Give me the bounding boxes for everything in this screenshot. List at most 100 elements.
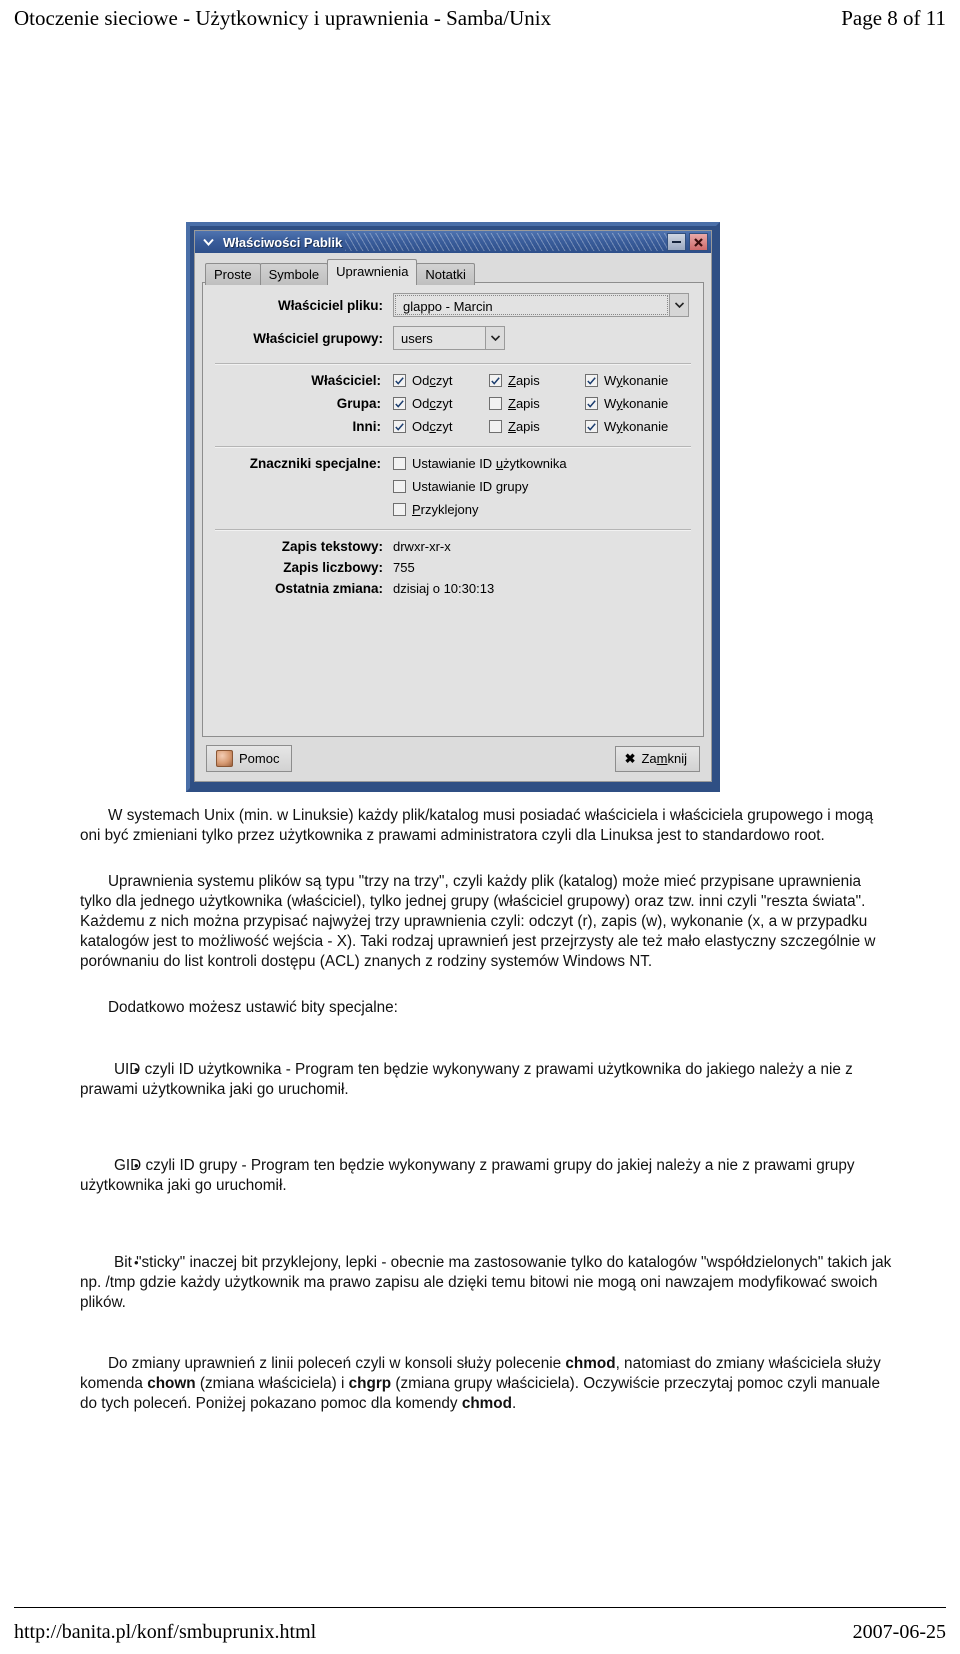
text-notation-value: drwxr-xr-x [393,539,451,554]
window-inner: Właściwości Pablik Proste Symbole Uprawn… [194,230,712,782]
special-flags-label: Znaczniki specjalne: [249,456,381,471]
checkbox-empty-icon [393,503,406,516]
close-x-icon: ✖ [624,750,636,766]
sticky-label: Przyklejony [412,502,479,517]
owner-exec-checkbox[interactable]: Wykonanie [585,373,668,388]
text-notation-label: Zapis tekstowy: [281,539,383,554]
checkbox-empty-icon [393,457,406,470]
file-owner-label: Właściciel pliku: [277,297,383,313]
help-button-label: Pomoc [239,750,280,766]
p4-part-a: Do zmiany uprawnień z linii poleceń czyl… [108,1355,566,1373]
file-owner-value: glappo - Marcin [395,295,668,315]
command-chmod: chmod [565,1355,616,1373]
footer-date: 2007-06-25 [852,1621,946,1643]
others-read-label: Odczyt [412,419,453,434]
group-owner-label: Właściciel grupowy: [253,330,383,346]
paragraph-3: Dodatkowo możesz ustawić bity specjalne: [108,999,398,1017]
tab-panel-uprawnienia: Właściciel pliku: glappo - Marcin Właści… [202,282,704,737]
window-title: Właściwości Pablik [223,234,343,250]
group-owner-row: Właściciel grupowy: users [215,326,691,350]
group-write-label: Zapis [508,396,540,411]
paragraph-2: Uprawnienia systemu plików są typu "trzy… [80,873,876,971]
perm-row-group: Grupa: Odczyt Zapis Wykonanie [215,396,691,411]
list-item-uid: UID czyli ID użytkownika - Program ten b… [0,1060,960,1100]
dialog-button-bar: Pomoc ✖ Zamknij [202,738,704,774]
owner-exec-label: Wykonanie [604,373,669,388]
group-owner-combo[interactable]: users [393,326,505,350]
owner-read-checkbox[interactable]: Odczyt [393,373,489,388]
checkbox-empty-icon [393,480,406,493]
chevron-down-icon[interactable] [669,294,688,316]
chevron-down-icon[interactable] [485,327,504,349]
last-modified-row: Ostatnia zmiana: dzisiaj o 10:30:13 [215,581,691,596]
help-button[interactable]: Pomoc [206,745,293,772]
others-read-checkbox[interactable]: Odczyt [393,419,489,434]
close-button[interactable] [689,233,708,251]
page-header: Otoczenie sieciowe - Użytkownicy i upraw… [0,0,960,42]
others-write-label: Zapis [508,419,540,434]
others-exec-checkbox[interactable]: Wykonanie [585,419,668,434]
last-modified-value: dzisiaj o 10:30:13 [393,581,495,596]
paragraph-4: Do zmiany uprawnień z linii poleceń czyl… [0,1354,960,1414]
owner-write-checkbox[interactable]: Zapis [489,373,585,388]
list-item-sticky: Bit "sticky" inaczej bit przyklejony, le… [0,1253,960,1313]
owner-read-label: Odczyt [412,373,453,388]
tab-notatki[interactable]: Notatki [416,263,475,285]
divider [215,529,691,531]
tab-symbole[interactable]: Symbole [259,263,329,285]
tab-uprawnienia[interactable]: Uprawnienia [327,259,418,283]
perm-row-owner: Właściciel: Odczyt Zapis Wykonanie [215,373,691,388]
others-write-checkbox[interactable]: Zapis [489,419,585,434]
divider [215,363,691,365]
checkbox-check-icon [393,420,406,433]
window-titlebar[interactable]: Właściwości Pablik [195,231,711,254]
page-number: Page 8 of 11 [841,6,946,30]
group-read-checkbox[interactable]: Odczyt [393,396,489,411]
checkbox-check-icon [585,397,598,410]
group-exec-checkbox[interactable]: Wykonanie [585,396,668,411]
close-dialog-button[interactable]: ✖ Zamknij [614,745,700,772]
checkbox-empty-icon [489,420,502,433]
file-owner-row: Właściciel pliku: glappo - Marcin [215,293,691,317]
footer-divider [14,1607,946,1608]
file-owner-combo[interactable]: glappo - Marcin [393,293,689,317]
window-frame: Właściwości Pablik Proste Symbole Uprawn… [186,222,720,792]
sticky-checkbox[interactable]: Przyklejony [393,502,478,517]
properties-dialog-screenshot: Właściwości Pablik Proste Symbole Uprawn… [186,222,720,792]
window-menu-icon[interactable] [198,233,218,251]
close-dialog-label: Zamknij [641,750,687,766]
checkbox-check-icon [393,397,406,410]
group-read-label: Odczyt [412,396,453,411]
footer-url: http://banita.pl/konf/smbuprunix.html [14,1621,317,1643]
group-write-checkbox[interactable]: Zapis [489,396,585,411]
others-exec-label: Wykonanie [604,419,669,434]
checkbox-check-icon [489,374,502,387]
tab-proste[interactable]: Proste [205,263,261,285]
special-flags-row-3: Przyklejony [215,502,691,517]
checkbox-check-icon [585,420,598,433]
owner-write-label: Zapis [508,373,540,388]
p4-part-c: (zmiana właściciela) i [195,1375,349,1393]
setgid-label: Ustawianie ID grupy [412,479,529,494]
checkbox-empty-icon [489,397,502,410]
setgid-checkbox[interactable]: Ustawianie ID grupy [393,479,528,494]
group-exec-label: Wykonanie [604,396,669,411]
perm-row-owner-label: Właściciel: [311,373,381,388]
document-title: Otoczenie sieciowe - Użytkownicy i upraw… [14,6,552,30]
setuid-checkbox[interactable]: Ustawianie ID użytkownika [393,456,567,471]
command-chgrp: chgrp [348,1375,392,1393]
checkbox-check-icon [393,374,406,387]
numeric-notation-value: 755 [393,560,415,575]
minimize-button[interactable] [667,233,686,251]
setuid-label: Ustawianie ID użytkownika [412,456,567,471]
text-notation-row: Zapis tekstowy: drwxr-xr-x [215,539,691,554]
numeric-notation-row: Zapis liczbowy: 755 [215,560,691,575]
command-chmod-2: chmod [461,1395,512,1413]
window-controls [667,233,708,251]
